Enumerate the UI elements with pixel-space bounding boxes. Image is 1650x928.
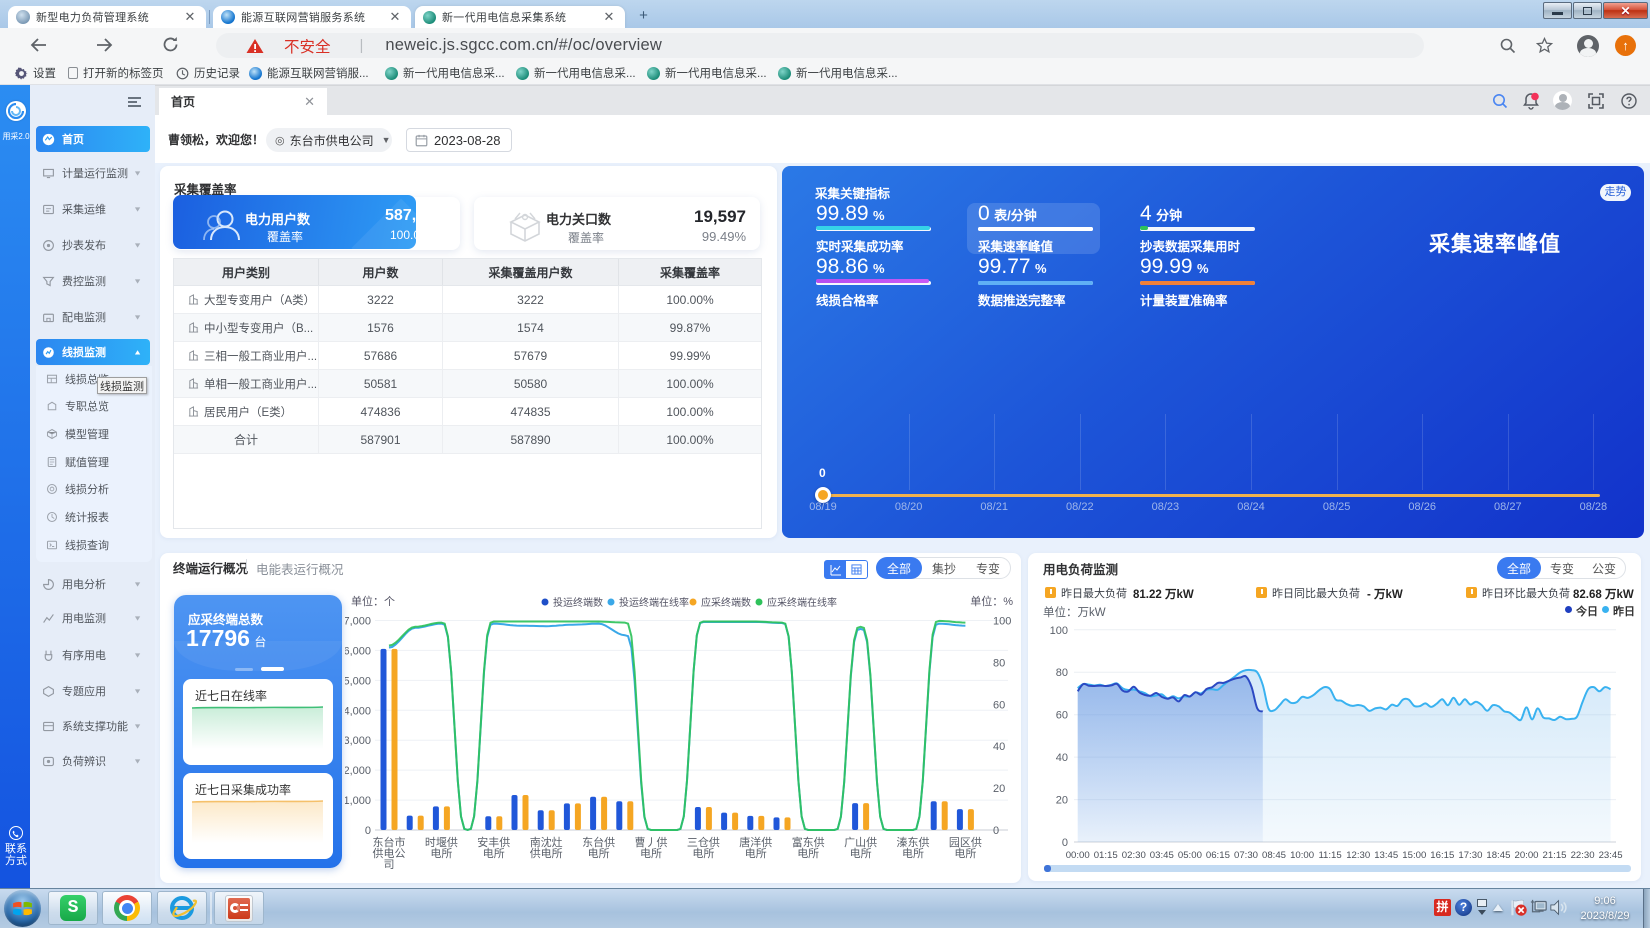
svg-text:80: 80 xyxy=(1056,667,1068,679)
svg-text:投运终端在线率: 投运终端在线率 xyxy=(619,596,689,609)
svg-text:时堰供: 时堰供 xyxy=(425,835,458,849)
svg-text:02:30: 02:30 xyxy=(1122,850,1146,861)
svg-text:80: 80 xyxy=(993,657,1005,669)
svg-text:20: 20 xyxy=(1056,795,1068,807)
svg-text:单位：%: 单位：% xyxy=(970,594,1013,608)
svg-text:22:30: 22:30 xyxy=(1571,850,1595,861)
svg-text:01:15: 01:15 xyxy=(1094,850,1118,861)
svg-text:20: 20 xyxy=(993,783,1005,795)
svg-text:溱东供: 溱东供 xyxy=(897,835,930,849)
svg-text:电所: 电所 xyxy=(954,847,976,860)
svg-text:07:30: 07:30 xyxy=(1234,850,1258,861)
svg-text:0: 0 xyxy=(1062,837,1068,849)
svg-text:100: 100 xyxy=(1050,625,1068,637)
svg-text:东台市: 东台市 xyxy=(373,835,406,849)
svg-text:08:45: 08:45 xyxy=(1262,850,1286,861)
svg-text:06:15: 06:15 xyxy=(1206,850,1230,861)
svg-text:供电公: 供电公 xyxy=(373,846,406,860)
svg-text:60: 60 xyxy=(993,699,1005,711)
svg-text:40: 40 xyxy=(1056,752,1068,764)
svg-text:园区供: 园区供 xyxy=(949,835,982,849)
svg-text:1,000: 1,000 xyxy=(345,795,371,807)
svg-text:15:00: 15:00 xyxy=(1402,850,1426,861)
svg-text:供电所: 供电所 xyxy=(530,846,563,860)
svg-text:3,000: 3,000 xyxy=(345,735,371,747)
svg-text:电所: 电所 xyxy=(902,847,924,860)
svg-text:安丰供: 安丰供 xyxy=(477,835,510,849)
svg-text:6,000: 6,000 xyxy=(345,645,371,657)
svg-text:40: 40 xyxy=(993,741,1005,753)
svg-text:16:15: 16:15 xyxy=(1430,850,1454,861)
svg-text:三仓供: 三仓供 xyxy=(687,835,720,849)
svg-text:电所: 电所 xyxy=(430,847,452,860)
svg-text:电所: 电所 xyxy=(745,847,767,860)
svg-text:11:15: 11:15 xyxy=(1318,850,1341,861)
svg-text:投运终端数: 投运终端数 xyxy=(553,596,603,609)
svg-text:应采终端在线率: 应采终端在线率 xyxy=(767,596,837,609)
svg-text:17:30: 17:30 xyxy=(1458,850,1482,861)
svg-text:18:45: 18:45 xyxy=(1486,850,1510,861)
svg-text:单位：个: 单位：个 xyxy=(351,594,395,608)
svg-text:5,000: 5,000 xyxy=(345,675,371,687)
svg-text:13:45: 13:45 xyxy=(1374,850,1398,861)
svg-text:0: 0 xyxy=(365,825,371,837)
svg-text:广山供: 广山供 xyxy=(844,835,877,849)
svg-text:20:00: 20:00 xyxy=(1514,850,1538,861)
svg-text:曹丿供: 曹丿供 xyxy=(635,835,668,849)
svg-text:12:30: 12:30 xyxy=(1346,850,1370,861)
svg-text:4,000: 4,000 xyxy=(345,705,371,717)
svg-text:电所: 电所 xyxy=(692,847,714,860)
svg-text:南沈灶: 南沈灶 xyxy=(530,835,563,849)
svg-text:富东供: 富东供 xyxy=(792,835,825,849)
svg-text:7,000: 7,000 xyxy=(345,616,371,628)
svg-text:05:00: 05:00 xyxy=(1178,850,1202,861)
svg-text:60: 60 xyxy=(1056,710,1068,722)
svg-text:司: 司 xyxy=(384,859,395,871)
svg-text:00:00: 00:00 xyxy=(1066,850,1090,861)
svg-text:电所: 电所 xyxy=(640,847,662,860)
svg-text:电所: 电所 xyxy=(483,847,505,860)
svg-text:23:45: 23:45 xyxy=(1599,850,1623,861)
svg-text:100: 100 xyxy=(993,616,1011,628)
svg-text:电所: 电所 xyxy=(797,847,819,860)
svg-text:电所: 电所 xyxy=(588,847,610,860)
svg-text:唐洋供: 唐洋供 xyxy=(739,835,772,849)
svg-text:电所: 电所 xyxy=(850,847,872,860)
svg-text:21:15: 21:15 xyxy=(1542,850,1566,861)
svg-text:0: 0 xyxy=(993,825,999,837)
svg-text:2,000: 2,000 xyxy=(345,765,371,777)
svg-text:应采终端数: 应采终端数 xyxy=(701,596,751,609)
svg-text:10:00: 10:00 xyxy=(1290,850,1314,861)
svg-text:东台供: 东台供 xyxy=(582,835,615,849)
svg-text:03:45: 03:45 xyxy=(1150,850,1174,861)
